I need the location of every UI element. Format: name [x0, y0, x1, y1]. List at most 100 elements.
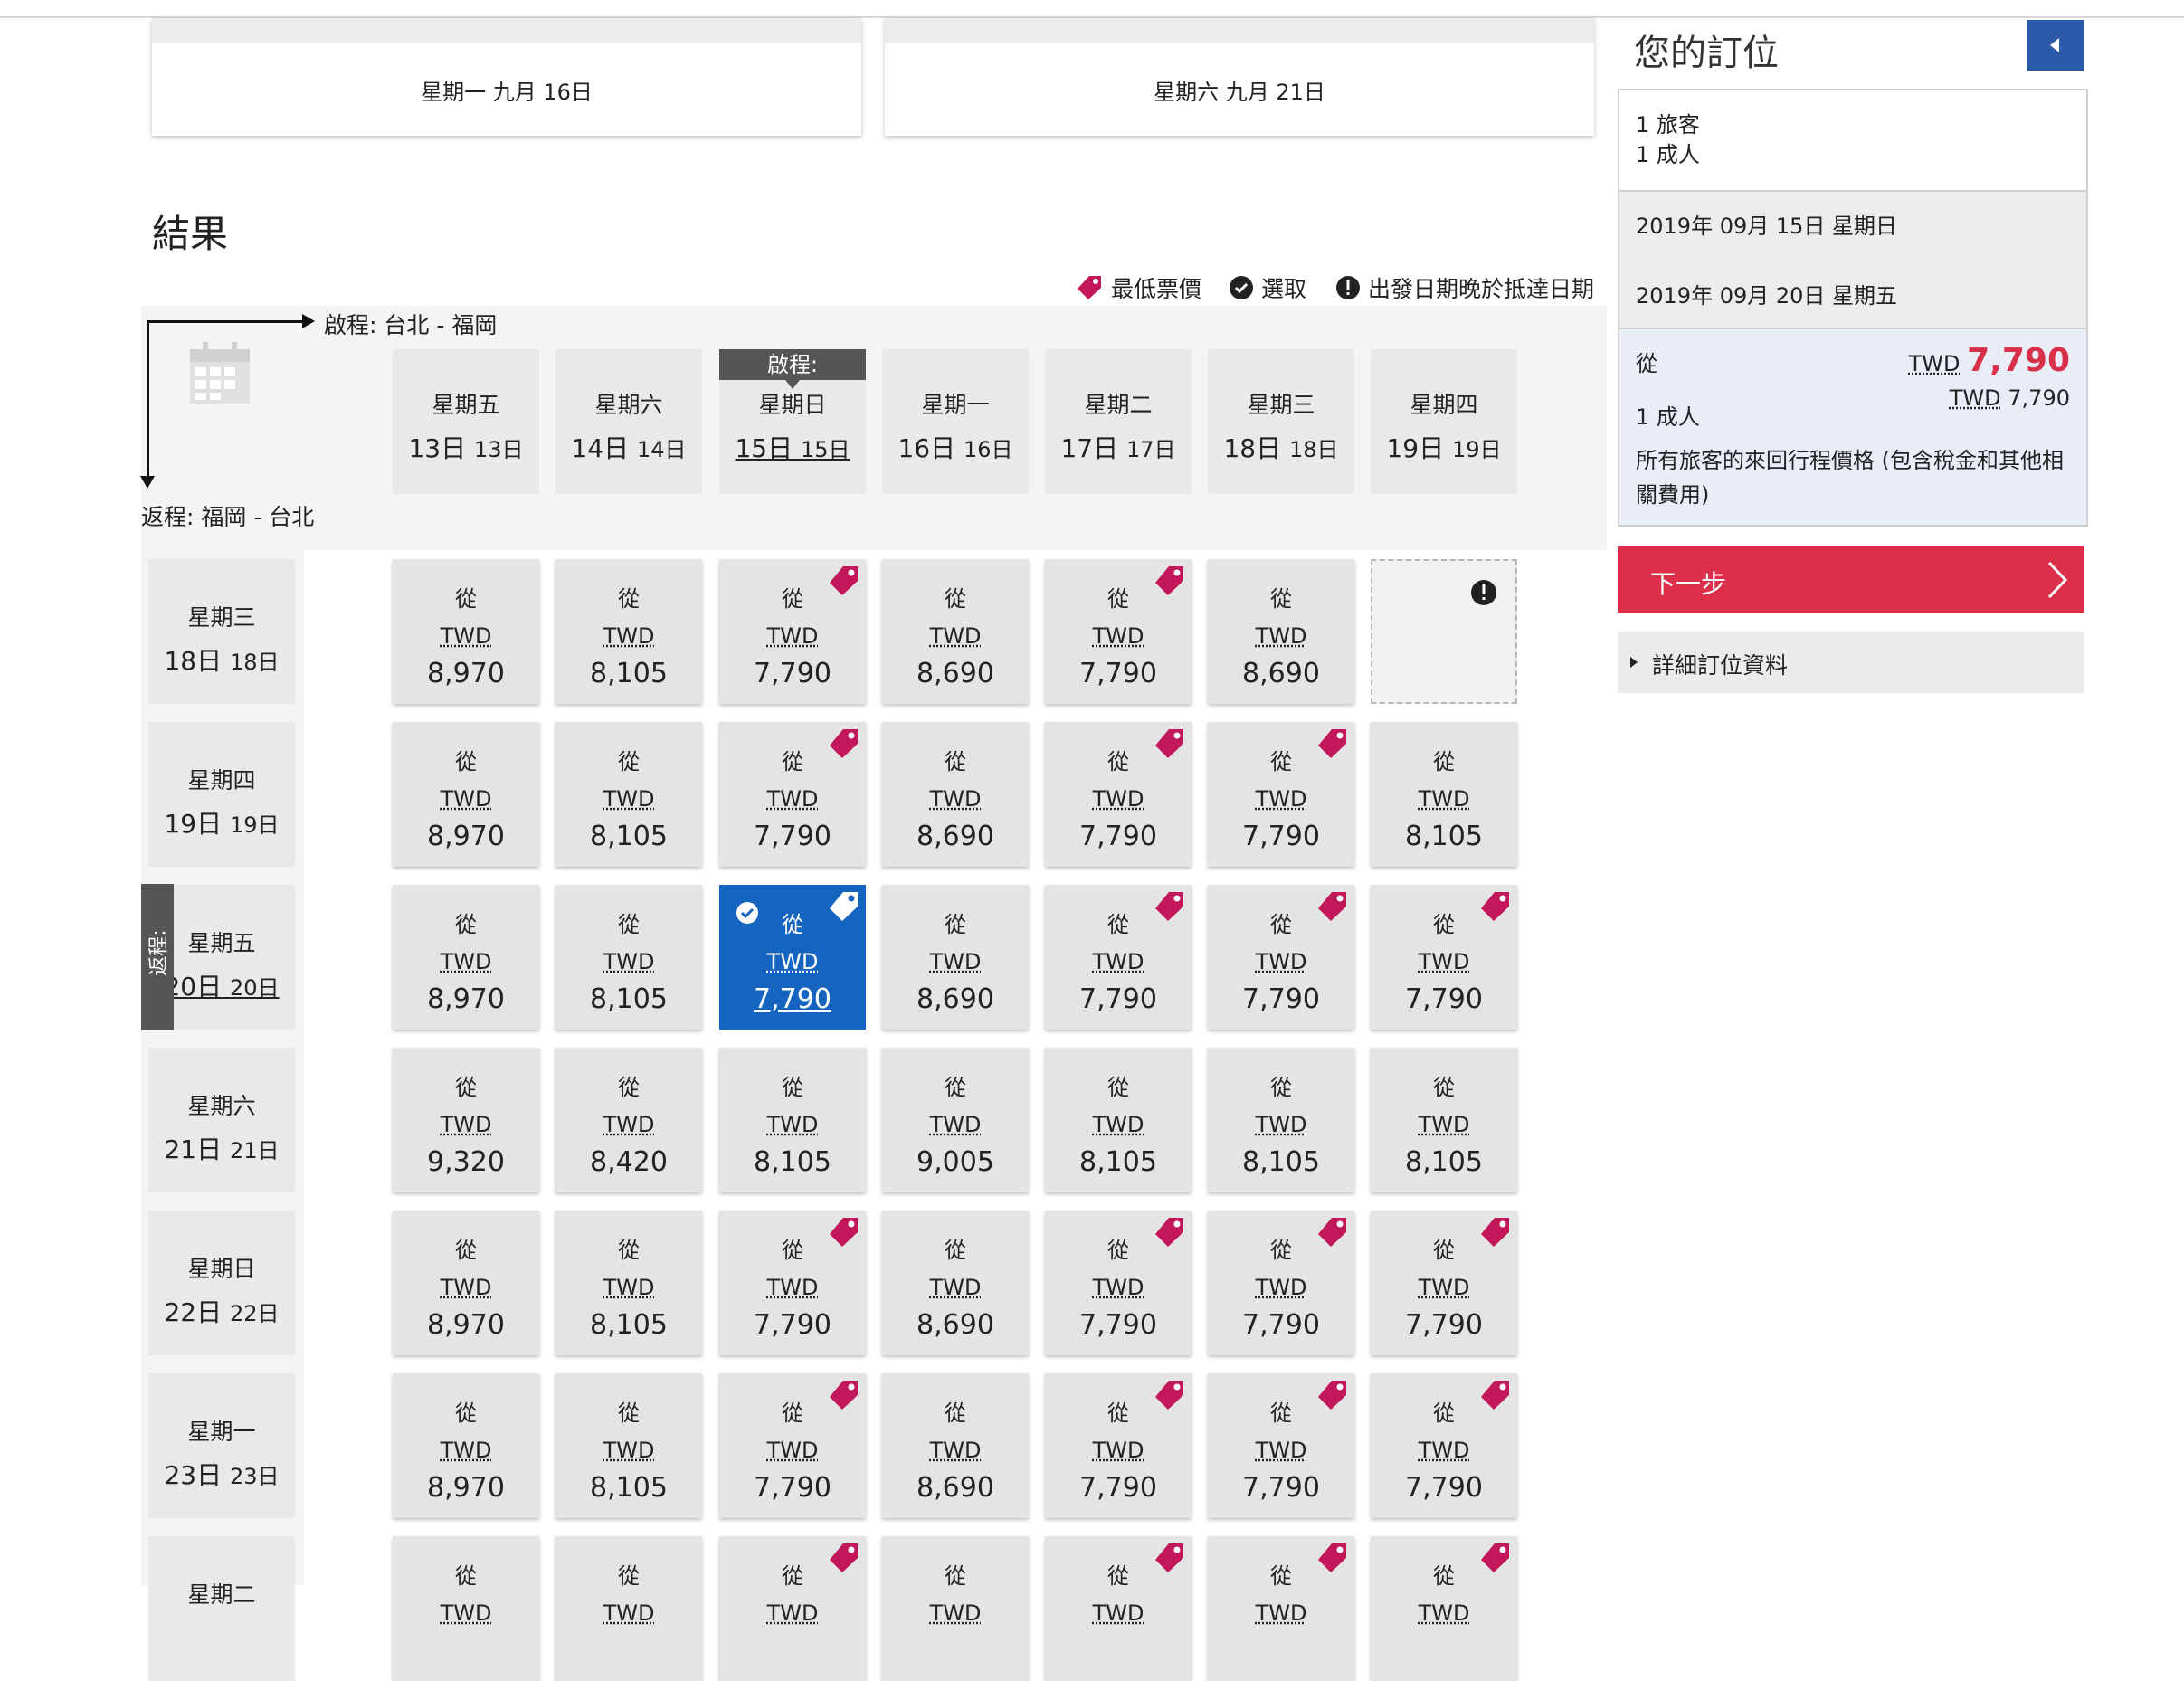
fare-cell[interactable]: 從 TWD: [393, 1536, 539, 1681]
fare-cell[interactable]: 從 TWD 8,970: [393, 1211, 539, 1355]
fare-cell[interactable]: 從 TWD 8,420: [555, 1048, 702, 1192]
fare-currency: TWD: [882, 1600, 1029, 1626]
fare-amount: 9,320: [393, 1146, 539, 1178]
fare-from-label: 從: [882, 907, 1029, 938]
fare-cell[interactable]: 從 TWD 8,970: [393, 885, 539, 1030]
fare-cell[interactable]: 從 TWD 8,970: [393, 722, 539, 867]
next-step-label: 下一步: [1650, 565, 1726, 601]
fare-cell[interactable]: 從 TWD 8,105: [1045, 1048, 1192, 1192]
fare-cell[interactable]: 從 TWD 9,320: [393, 1048, 539, 1192]
column-header-1[interactable]: 星期五 13日 13日: [393, 349, 539, 494]
lowest-price-tag-icon: [1316, 727, 1349, 760]
fare-cell[interactable]: 從 TWD 8,690: [882, 885, 1029, 1030]
row-header-7[interactable]: 星期二: [148, 1536, 295, 1681]
fare-cell[interactable]: 從 TWD 8,105: [1371, 722, 1517, 867]
legend-warning: 出發日期晚於抵達日期: [1335, 271, 1594, 304]
fare-cell[interactable]: 從 TWD 8,105: [555, 722, 702, 867]
fare-cell[interactable]: 從 TWD 7,790: [1208, 722, 1354, 867]
column-header-2[interactable]: 星期六 14日 14日: [555, 349, 702, 494]
fare-cell[interactable]: 從 TWD 8,105: [1371, 1048, 1517, 1192]
fare-cell[interactable]: 從 TWD 9,005: [882, 1048, 1029, 1192]
fare-currency: TWD: [1371, 949, 1517, 974]
fare-cell[interactable]: 從 TWD 8,970: [393, 559, 539, 704]
fare-cell[interactable]: 從 TWD 7,790: [1045, 722, 1192, 867]
fare-cell[interactable]: 從 TWD: [1208, 1536, 1354, 1681]
fare-cell[interactable]: 從 TWD 7,790: [719, 1373, 866, 1518]
column-date: 14日 14日: [555, 429, 702, 465]
fare-cell[interactable]: 從 TWD 8,690: [882, 722, 1029, 867]
fare-cell[interactable]: 從 TWD 7,790: [719, 885, 866, 1030]
fare-cell[interactable]: 從 TWD: [1371, 1536, 1517, 1681]
row-header-6[interactable]: 星期一 23日 23日: [148, 1373, 295, 1518]
fare-cell[interactable]: 從 TWD 7,790: [1371, 1211, 1517, 1355]
fare-amount: 7,790: [719, 1472, 866, 1504]
fare-amount: 8,970: [393, 658, 539, 689]
booking-details-link[interactable]: 詳細訂位資料: [1618, 632, 2084, 693]
fare-cell[interactable]: 從 TWD 8,690: [882, 1211, 1029, 1355]
row-header-2[interactable]: 星期四 19日 19日: [148, 722, 295, 867]
fare-from-label: 從: [555, 1395, 702, 1427]
fare-cell[interactable]: 從 TWD 7,790: [1208, 1373, 1354, 1518]
fare-cell[interactable]: 從 TWD 8,105: [1208, 1048, 1354, 1192]
fare-currency: TWD: [719, 1600, 866, 1626]
column-date: 19日 19日: [1371, 429, 1517, 465]
row-weekday: 星期二: [148, 1577, 295, 1610]
fare-cell[interactable]: 從 TWD 8,970: [393, 1373, 539, 1518]
fare-cell[interactable]: 從 TWD 7,790: [1045, 885, 1192, 1030]
return-date-text: 星期六 九月 21日: [885, 72, 1594, 112]
fare-cell[interactable]: 從 TWD 7,790: [1371, 885, 1517, 1030]
fare-amount: 8,690: [882, 983, 1029, 1015]
fare-cell[interactable]: 從 TWD 8,690: [882, 559, 1029, 704]
fare-from-label: 從: [882, 1395, 1029, 1427]
fare-cell[interactable]: 從 TWD 7,790: [1371, 1373, 1517, 1518]
column-header-6[interactable]: 星期三 18日 18日: [1208, 349, 1354, 494]
fare-currency: TWD: [719, 1275, 866, 1300]
fare-cell[interactable]: 從 TWD: [1045, 1536, 1192, 1681]
fare-cell[interactable]: 從 TWD 7,790: [1045, 559, 1192, 704]
return-date-card[interactable]: 星期六 九月 21日: [885, 18, 1594, 136]
fare-cell[interactable]: 從 TWD: [882, 1536, 1029, 1681]
fare-cell[interactable]: 從 TWD 8,105: [555, 885, 702, 1030]
legend-selected: 選取: [1229, 271, 1306, 304]
row-header-5[interactable]: 星期日 22日 22日: [148, 1211, 295, 1355]
column-date: 13日 13日: [393, 429, 539, 465]
row-weekday: 星期一: [148, 1414, 295, 1447]
row-header-1[interactable]: 星期三 18日 18日: [148, 559, 295, 704]
fare-cell[interactable]: 從 TWD 7,790: [1208, 1211, 1354, 1355]
fare-cell[interactable]: 從 TWD 8,690: [1208, 559, 1354, 704]
next-step-button[interactable]: 下一步: [1618, 546, 2084, 613]
fare-currency: TWD: [719, 1438, 866, 1463]
fare-cell[interactable]: 從 TWD 7,790: [1045, 1211, 1192, 1355]
fare-cell[interactable]: 從 TWD 8,105: [555, 559, 702, 704]
fare-cell[interactable]: 從 TWD 8,690: [882, 1373, 1029, 1518]
column-header-5[interactable]: 星期二 17日 17日: [1045, 349, 1192, 494]
fare-cell[interactable]: 從 TWD: [719, 1536, 866, 1681]
fare-cell[interactable]: 從 TWD 7,790: [1045, 1373, 1192, 1518]
lowest-price-tag-icon: [1154, 1216, 1186, 1249]
fare-currency: TWD: [1208, 623, 1354, 649]
return-route-label: 返程: 福岡 - 台北: [141, 499, 314, 532]
fare-cell[interactable]: 從 TWD 7,790: [719, 722, 866, 867]
outbound-date-card[interactable]: 星期一 九月 16日: [152, 18, 861, 136]
row-header-4[interactable]: 星期六 21日 21日: [148, 1048, 295, 1192]
fare-currency: TWD: [1045, 1600, 1192, 1626]
fare-cell[interactable]: 從 TWD 8,105: [555, 1373, 702, 1518]
fare-cell[interactable]: 從 TWD 8,105: [555, 1211, 702, 1355]
date-card-strip: [885, 18, 1594, 43]
column-header-4[interactable]: 星期一 16日 16日: [882, 349, 1029, 494]
fare-cell[interactable]: 從 TWD 7,790: [719, 559, 866, 704]
fare-cell[interactable]: 從 TWD 8,105: [719, 1048, 866, 1192]
fare-cell[interactable]: 從 TWD 7,790: [719, 1211, 866, 1355]
adults-count: 1 成人: [1636, 140, 2070, 170]
fare-currency: TWD: [1045, 786, 1192, 812]
fare-cell[interactable]: 從 TWD 7,790: [1208, 885, 1354, 1030]
fare-from-label: 從: [393, 744, 539, 775]
chevron-right-icon: [2046, 561, 2068, 599]
collapse-sidebar-button[interactable]: [2027, 20, 2084, 71]
fare-cell[interactable]: 從 TWD: [555, 1536, 702, 1681]
fare-amount: 8,105: [1371, 821, 1517, 852]
column-header-7[interactable]: 星期四 19日 19日: [1371, 349, 1517, 494]
column-weekday: 星期四: [1371, 387, 1517, 420]
fare-amount: 8,690: [882, 1472, 1029, 1504]
adult-price: TWD 7,790: [1950, 385, 2070, 411]
